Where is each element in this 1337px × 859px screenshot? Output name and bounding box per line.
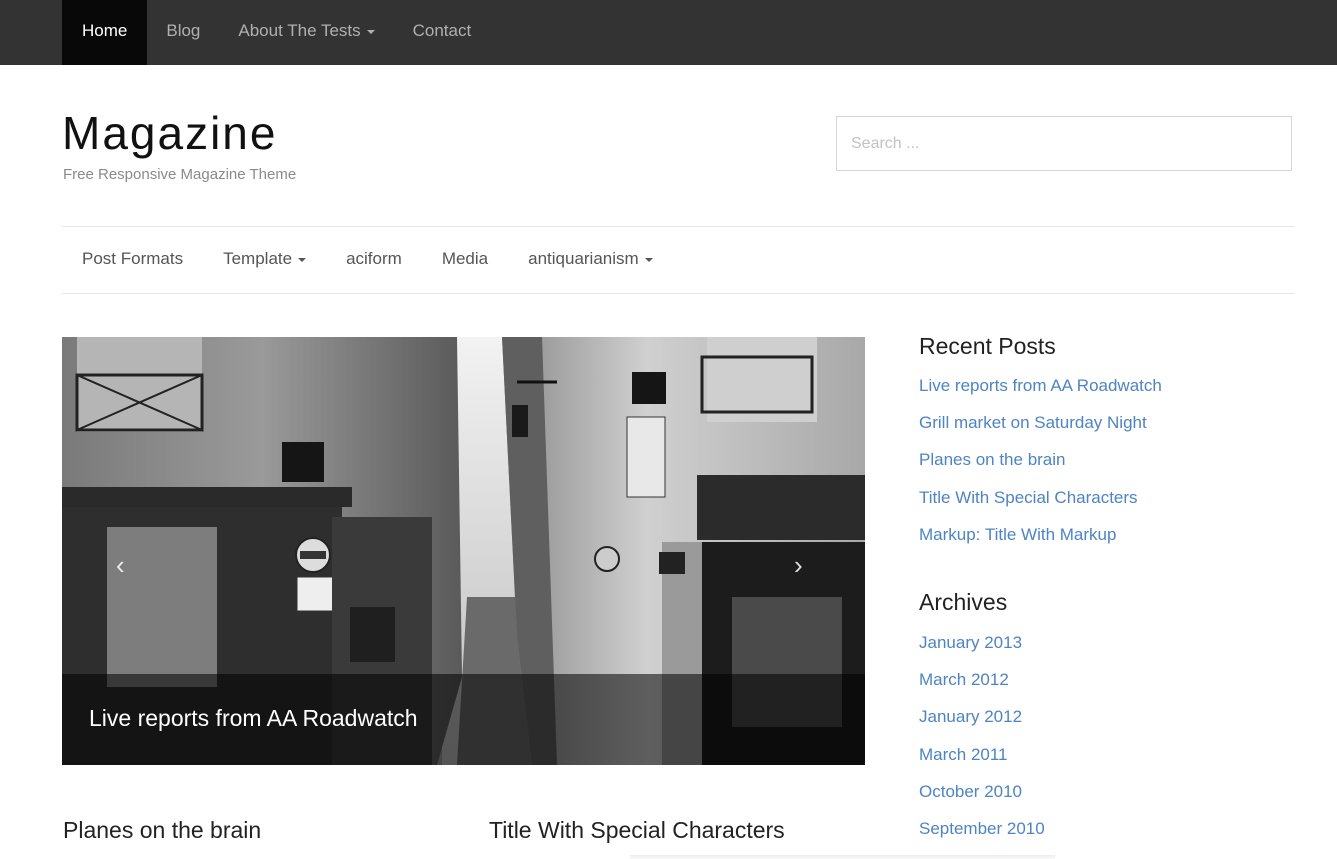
chevron-down-icon xyxy=(366,29,375,34)
chevron-down-icon xyxy=(644,257,653,262)
secnav-post-formats[interactable]: Post Formats xyxy=(62,227,203,293)
secnav-media-label: Media xyxy=(441,249,489,268)
top-nav-home-label: Home xyxy=(82,21,128,40)
archives-list: January 2013 March 2012 January 2012 Mar… xyxy=(919,633,1045,856)
post-title-special-characters[interactable]: Title With Special Characters xyxy=(489,817,785,844)
recent-post-link[interactable]: Live reports from AA Roadwatch xyxy=(919,376,1162,413)
search-input[interactable] xyxy=(836,116,1292,171)
recent-post-link[interactable]: Planes on the brain xyxy=(919,450,1162,487)
archives-heading: Archives xyxy=(919,589,1008,615)
secnav-post-formats-label: Post Formats xyxy=(82,249,184,268)
secnav-antiquarianism-label: antiquarianism xyxy=(528,249,639,268)
recent-post-link[interactable]: Markup: Title With Markup xyxy=(919,525,1162,562)
secnav-aciform[interactable]: aciform xyxy=(326,227,422,293)
top-nav-contact-label: Contact xyxy=(412,21,472,40)
top-nav-about-label: About The Tests xyxy=(238,21,361,40)
site-tagline: Free Responsive Magazine Theme xyxy=(63,166,297,183)
recent-post-link[interactable]: Title With Special Characters xyxy=(919,488,1162,525)
top-nav-blog-label: Blog xyxy=(166,21,201,40)
top-nav-contact[interactable]: Contact xyxy=(394,0,491,65)
top-nav-blog[interactable]: Blog xyxy=(147,0,219,65)
slider-caption[interactable]: Live reports from AA Roadwatch xyxy=(89,705,418,732)
site-title[interactable]: Magazine xyxy=(62,106,277,160)
top-nav-menu: Home Blog About The Tests Contact xyxy=(62,0,490,65)
secnav-aciform-label: aciform xyxy=(346,249,402,268)
chevron-down-icon xyxy=(298,257,307,262)
archive-link[interactable]: March 2011 xyxy=(919,745,1045,782)
secnav-media[interactable]: Media xyxy=(422,227,508,293)
post-title-planes[interactable]: Planes on the brain xyxy=(63,817,261,844)
secondary-nav: Post Formats Template aciform Media anti… xyxy=(62,226,1294,294)
archive-link[interactable]: January 2013 xyxy=(919,633,1045,670)
archive-link[interactable]: March 2012 xyxy=(919,670,1045,707)
top-nav-home[interactable]: Home xyxy=(62,0,148,65)
secnav-template[interactable]: Template xyxy=(203,227,326,293)
recent-posts-list: Live reports from AA Roadwatch Grill mar… xyxy=(919,376,1162,562)
featured-slider[interactable]: Live reports from AA Roadwatch ‹ › xyxy=(62,337,865,765)
archive-link[interactable]: October 2010 xyxy=(919,782,1045,819)
secnav-antiquarianism[interactable]: antiquarianism xyxy=(508,227,673,293)
top-navbar: Home Blog About The Tests Contact xyxy=(0,0,1337,65)
archive-link[interactable]: September 2010 xyxy=(919,819,1045,856)
secnav-template-label: Template xyxy=(223,249,293,268)
top-nav-about-the-tests[interactable]: About The Tests xyxy=(219,0,393,65)
archive-link[interactable]: January 2012 xyxy=(919,707,1045,744)
recent-posts-heading: Recent Posts xyxy=(919,333,1056,359)
recent-post-link[interactable]: Grill market on Saturday Night xyxy=(919,413,1162,450)
slider-prev-icon[interactable]: ‹ xyxy=(116,550,125,581)
slider-next-icon[interactable]: › xyxy=(794,550,803,581)
